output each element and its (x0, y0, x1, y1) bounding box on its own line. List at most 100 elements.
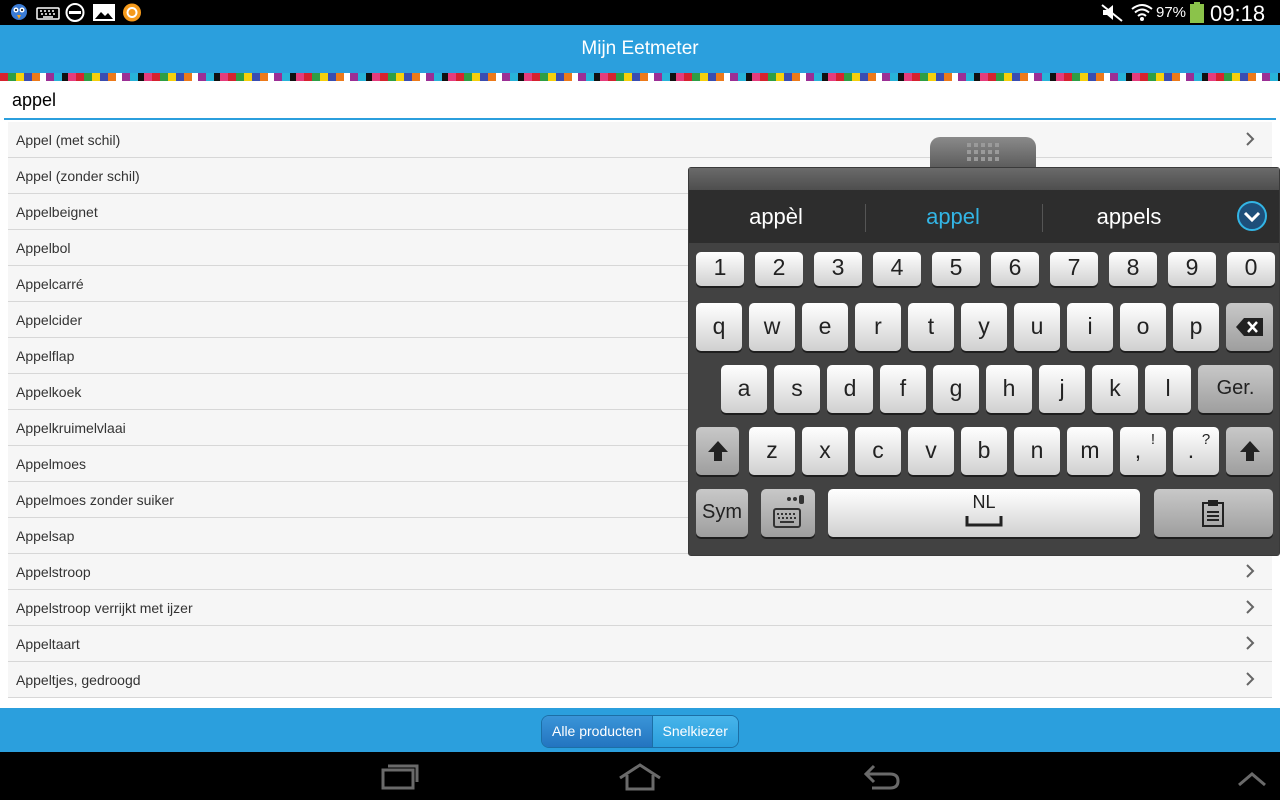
space-key[interactable]: NL (828, 489, 1140, 537)
key-z[interactable]: z (749, 427, 795, 475)
keyboard-icon (36, 7, 60, 20)
page-title: Mijn Eetmeter (581, 38, 699, 59)
key-k[interactable]: k (1092, 365, 1138, 413)
key-9[interactable]: 9 (1168, 252, 1216, 286)
expand-suggestions-icon[interactable] (1236, 200, 1268, 232)
list-item[interactable]: Appeltaart (8, 626, 1272, 662)
sym-key-label: Sym (702, 501, 742, 523)
key-6[interactable]: 6 (991, 252, 1039, 286)
shift-icon (708, 441, 728, 461)
key-3[interactable]: 3 (814, 252, 862, 286)
home-icon[interactable] (617, 762, 663, 792)
shift-icon (1240, 441, 1260, 461)
backspace-key[interactable] (1226, 303, 1273, 351)
key-o[interactable]: o (1120, 303, 1166, 351)
keyboard-settings-icon (773, 495, 804, 528)
list-item-label: Appelmoes (16, 456, 87, 472)
battery-icon (1190, 2, 1204, 23)
sym-key[interactable]: Sym (696, 489, 748, 537)
list-item-label: Appelstroop (16, 564, 91, 580)
suggestion-divider (865, 204, 866, 232)
key-n[interactable]: n (1014, 427, 1060, 475)
search-input[interactable] (12, 90, 612, 111)
key-4[interactable]: 4 (873, 252, 921, 286)
key-1[interactable]: 1 (696, 252, 744, 286)
key-8[interactable]: 8 (1109, 252, 1157, 286)
key-y[interactable]: y (961, 303, 1007, 351)
chevron-right-icon (1246, 636, 1255, 650)
list-item-label: Appel (zonder schil) (16, 168, 140, 184)
key-b[interactable]: b (961, 427, 1007, 475)
clipboard-icon (1202, 500, 1224, 527)
keyboard-body: appèl appel appels 1 2 3 4 5 6 7 8 9 0 q w e r t y u i o p a… (688, 167, 1280, 556)
key-t[interactable]: t (908, 303, 954, 351)
key-6-label: 6 (1008, 254, 1022, 280)
key-s[interactable]: s (774, 365, 820, 413)
key-f-label: f (899, 375, 907, 401)
key-comma[interactable]: ,! (1120, 427, 1166, 475)
key-5[interactable]: 5 (932, 252, 980, 286)
shift-key-left[interactable] (696, 427, 739, 475)
key-7[interactable]: 7 (1050, 252, 1098, 286)
key-2-label: 2 (772, 254, 786, 280)
key-u[interactable]: u (1014, 303, 1060, 351)
input-options-key[interactable] (761, 489, 815, 537)
key-l[interactable]: l (1145, 365, 1191, 413)
list-item[interactable]: Appelstroop verrijkt met ijzer (8, 590, 1272, 626)
list-item-label: Appelkruimelvlaai (16, 420, 126, 436)
key-3-label: 3 (831, 254, 845, 280)
list-item-label: Appelstroop verrijkt met ijzer (16, 600, 193, 616)
gallery-icon (93, 4, 115, 21)
key-p[interactable]: p (1173, 303, 1219, 351)
shift-key-right[interactable] (1226, 427, 1273, 475)
key-b-label: b (977, 437, 991, 463)
key-f[interactable]: f (880, 365, 926, 413)
key-period-alt: ? (1201, 431, 1211, 448)
list-item-label: Appelmoes zonder suiker (16, 492, 174, 508)
key-h[interactable]: h (986, 365, 1032, 413)
suggestion-1[interactable]: appèl (691, 204, 861, 230)
key-i[interactable]: i (1067, 303, 1113, 351)
key-w[interactable]: w (749, 303, 795, 351)
key-m[interactable]: m (1067, 427, 1113, 475)
list-item[interactable]: Appelstroop (8, 554, 1272, 590)
mute-icon (1101, 4, 1123, 22)
hide-keyboard-icon[interactable] (1236, 770, 1268, 788)
key-o-label: o (1136, 313, 1150, 339)
enter-key[interactable]: Ger. (1198, 365, 1273, 413)
tab-quick-picker[interactable]: Snelkiezer (652, 716, 738, 747)
list-item[interactable]: Appeltjes, gedroogd (8, 662, 1272, 698)
key-q[interactable]: q (696, 303, 742, 351)
key-0-label: 0 (1244, 254, 1258, 280)
search-field[interactable] (4, 84, 1276, 120)
key-period[interactable]: .? (1173, 427, 1219, 475)
suggestion-2[interactable]: appel (868, 204, 1038, 230)
key-j[interactable]: j (1039, 365, 1085, 413)
key-x[interactable]: x (802, 427, 848, 475)
tab-all-products[interactable]: Alle producten (542, 716, 653, 747)
key-a[interactable]: a (721, 365, 767, 413)
bird-app-icon (11, 4, 27, 20)
key-0[interactable]: 0 (1227, 252, 1275, 286)
list-item-label: Appeltjes, gedroogd (16, 672, 141, 688)
key-7-label: 7 (1067, 254, 1081, 280)
key-2[interactable]: 2 (755, 252, 803, 286)
backspace-icon (1236, 318, 1263, 336)
key-c-label: c (872, 437, 884, 463)
key-e[interactable]: e (802, 303, 848, 351)
recent-apps-icon[interactable] (380, 762, 420, 792)
key-p-label: p (1189, 313, 1203, 339)
key-d[interactable]: d (827, 365, 873, 413)
chevron-right-icon (1246, 564, 1255, 578)
key-r[interactable]: r (855, 303, 901, 351)
keyboard-handle[interactable] (930, 137, 1036, 169)
suggestion-3[interactable]: appels (1044, 204, 1214, 230)
key-z-label: z (766, 437, 778, 463)
back-icon[interactable] (862, 762, 902, 792)
key-g[interactable]: g (933, 365, 979, 413)
key-c[interactable]: c (855, 427, 901, 475)
clipboard-key[interactable] (1154, 489, 1273, 537)
key-v[interactable]: v (908, 427, 954, 475)
key-n-label: n (1030, 437, 1044, 463)
key-k-label: k (1109, 375, 1121, 401)
